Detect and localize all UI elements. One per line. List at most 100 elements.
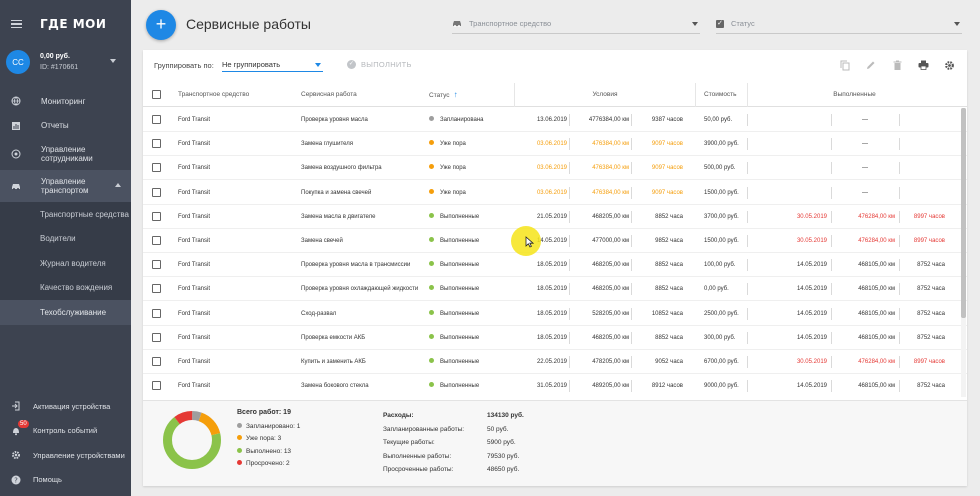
cell-divider [631, 162, 632, 175]
account-balance: 0,00 руб. [40, 53, 70, 60]
table-row[interactable]: Ford Transit Проверка емкости АКБ 18.05.20… [143, 326, 967, 350]
row-checkbox[interactable] [152, 284, 161, 294]
nav-item-device-activation[interactable]: Активация устройства [0, 394, 131, 419]
menu-icon[interactable] [11, 19, 22, 29]
cell-divider [631, 380, 632, 393]
table-row[interactable]: Ford Transit Проверка уровня масла в тран… [143, 253, 967, 278]
cell-done-hours: 8752 часа [917, 334, 945, 341]
table-row[interactable]: Ford Transit Сход-развал 18.05.2019 528205,… [143, 302, 967, 326]
select-all-checkbox[interactable] [152, 90, 161, 99]
cell-divider [747, 259, 748, 272]
trash-icon[interactable] [891, 59, 903, 71]
table-row[interactable]: Ford Transit Замена свечей 14.05.2019 47700… [143, 229, 967, 253]
cell-divider [747, 138, 748, 151]
nav-item-transport[interactable]: Управление транспортом [0, 170, 131, 202]
nav-item-reports[interactable]: Отчеты [0, 114, 131, 139]
cell-condition-date: 03.06.2019 [536, 165, 567, 172]
cell-divider [747, 307, 748, 320]
status-dot [429, 236, 434, 242]
table-row[interactable]: Ford Transit Проверка уровня охлаждающей … [143, 277, 967, 302]
table-row[interactable]: Ford Transit Замена глушителя 03.06.2019 47… [143, 132, 967, 157]
sub-item-vehicles[interactable]: Транспортные средства [0, 202, 131, 227]
row-checkbox[interactable] [152, 139, 161, 149]
sub-item-driver-log[interactable]: Журнал водителя [0, 251, 131, 276]
cell-divider [631, 138, 632, 151]
scrollbar-thumb[interactable] [961, 108, 966, 318]
cell-done-hours: 8752 часа [917, 262, 945, 269]
print-icon[interactable] [917, 59, 929, 71]
expense-value: 48650 руб. [487, 466, 520, 473]
sub-item-maintenance[interactable]: Техобслуживание [0, 300, 131, 325]
account-switcher[interactable]: CC 0,00 руб. ID: #170661 [0, 48, 131, 76]
add-button[interactable]: + [146, 10, 176, 40]
cell-condition-km: 468205,00 км [592, 286, 629, 293]
status-dot [429, 309, 434, 315]
table-row[interactable]: Ford Transit Замена бокового стекла 31.05.… [143, 374, 967, 397]
settings-icon[interactable] [943, 59, 955, 71]
status-text: Выполненные [440, 334, 480, 341]
row-checkbox[interactable] [152, 211, 161, 221]
cell-divider [747, 186, 748, 199]
col-header-vehicle[interactable]: Транспортное средство [178, 83, 249, 107]
col-header-done[interactable]: Выполненные [747, 83, 961, 107]
group-by-select[interactable]: Не группировать [222, 58, 323, 72]
cell-vehicle: Ford Transit [178, 189, 211, 196]
nav-item-help[interactable]: ? Помощь [0, 468, 131, 493]
vehicle-filter[interactable]: Транспортное средство [452, 14, 700, 34]
cell-work: Проверка уровня охлаждающей жидкости [301, 286, 419, 293]
row-checkbox[interactable] [152, 115, 161, 124]
row-checkbox[interactable] [152, 236, 161, 245]
row-checkbox[interactable] [152, 163, 161, 173]
col-header-conditions[interactable]: Условия [514, 83, 695, 107]
status-dot [429, 285, 434, 291]
status-filter[interactable]: ✓ Статус [716, 14, 962, 34]
cell-divider [899, 356, 900, 368]
expense-value: 79530 руб. [487, 452, 520, 460]
col-header-status[interactable]: Статус ↑ [429, 83, 458, 107]
row-checkbox[interactable] [152, 357, 161, 366]
scrollbar[interactable] [961, 108, 966, 397]
legend-label: Выполнено: 13 [246, 447, 292, 455]
table-row[interactable]: Ford Transit Купить и заменить АКБ 22.05.2… [143, 350, 967, 374]
execute-button[interactable]: ✓ ВЫПОЛНИТЬ [347, 60, 412, 69]
edit-icon[interactable] [865, 59, 877, 71]
app-logo[interactable]: ГДЕ МОИ [40, 17, 106, 31]
nav-item-employees[interactable]: Управление сотрудниками [0, 138, 131, 170]
row-checkbox[interactable] [152, 332, 161, 342]
cell-done-km: 468105,00 км [858, 383, 895, 390]
col-header-cost[interactable]: Стоимость [695, 83, 747, 107]
table-row[interactable]: Ford Transit Замена масла в двигателе 21.0… [143, 205, 967, 229]
row-checkbox[interactable] [152, 308, 161, 318]
nav-item-monitoring[interactable]: Мониторинг [0, 89, 131, 114]
cell-divider [631, 186, 632, 199]
copy-icon[interactable] [839, 59, 851, 71]
nav-item-device-management[interactable]: Управление устройствами [0, 443, 131, 468]
table-row[interactable]: Ford Transit Проверка уровня масла 13.06.2… [143, 108, 967, 132]
cell-status: Выполненные [429, 277, 509, 301]
row-checkbox[interactable] [152, 381, 161, 391]
cell-condition-date: 18.05.2019 [536, 334, 567, 341]
expenses-labels: Расходы: Запланированные работы: Текущие… [383, 409, 464, 477]
nav-label: Отчеты [41, 121, 69, 131]
status-dot [429, 115, 434, 121]
col-header-work[interactable]: Сервисная работа [301, 83, 357, 107]
cell-divider [631, 210, 632, 223]
legend-item: Запланировано: 1 [237, 420, 300, 433]
chevron-up-icon[interactable] [115, 183, 121, 187]
table-row[interactable]: Ford Transit Покупка и замена свечей 03.06… [143, 181, 967, 205]
cell-condition-km: 4776384,00 км [588, 117, 629, 123]
cell-done-date: 14.05.2019 [796, 383, 827, 390]
row-checkbox[interactable] [152, 260, 161, 270]
sub-item-drivers[interactable]: Водители [0, 227, 131, 252]
cell-divider [747, 283, 748, 296]
cell-condition-date: 03.06.2019 [536, 189, 567, 196]
status-text: Запланирована [440, 117, 484, 123]
sub-item-driving-quality[interactable]: Качество вождения [0, 276, 131, 301]
chevron-down-icon[interactable] [110, 59, 116, 63]
cell-divider [569, 114, 570, 126]
cell-done-date [761, 108, 827, 132]
table-row[interactable]: Ford Transit Замена воздушного фильтра 03.… [143, 156, 967, 181]
row-checkbox[interactable] [152, 187, 161, 197]
nav-item-event-control[interactable]: 50 Контроль событий [0, 419, 131, 444]
cell-condition-hours: 8912 часов [651, 383, 683, 390]
